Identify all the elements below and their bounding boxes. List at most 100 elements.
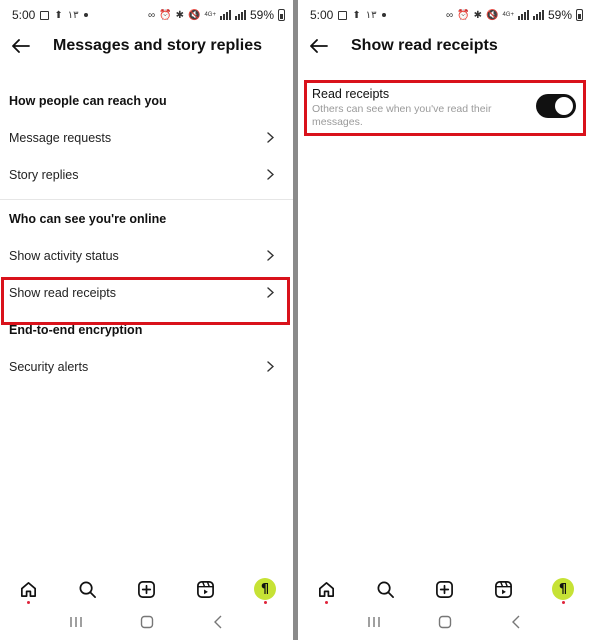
notification-dot bbox=[26, 601, 30, 604]
back-chevron-icon bbox=[213, 615, 221, 629]
gallery-notification-icon bbox=[338, 10, 348, 20]
read-receipts-setting: Read receipts Others can see when you've… bbox=[312, 86, 584, 130]
upload-icon: ⬆ bbox=[54, 9, 63, 21]
more-notifications-icon bbox=[381, 13, 386, 17]
network-type-label: 4G+ bbox=[502, 12, 514, 18]
mute-icon: 🔇 bbox=[486, 9, 499, 21]
toggle-knob bbox=[555, 97, 573, 115]
nav-profile[interactable]: ¶ bbox=[552, 577, 574, 604]
home-system-button[interactable] bbox=[135, 612, 159, 632]
status-bar: 5:00 ⬆ ۱۳ ∞ ⏰ ✱ 🔇 4G+ 59% bbox=[298, 0, 591, 30]
mute-icon: 🔇 bbox=[188, 9, 201, 21]
system-nav-bar bbox=[298, 608, 591, 636]
signal-icon bbox=[517, 10, 529, 20]
status-bar: 5:00 ⬆ ۱۳ ∞ ⏰ ✱ 🔇 4G+ 59% bbox=[0, 0, 293, 30]
alarm-icon: ⏰ bbox=[159, 9, 172, 21]
chevron-right-icon bbox=[267, 169, 277, 181]
alarm-icon: ⏰ bbox=[457, 9, 470, 21]
home-icon bbox=[318, 581, 334, 597]
page-title: Messages and story replies bbox=[53, 37, 262, 54]
item-label: Security alerts bbox=[9, 359, 89, 374]
profile-avatar: ¶ bbox=[552, 578, 574, 600]
signal-2-icon bbox=[234, 10, 246, 20]
back-button[interactable] bbox=[10, 35, 32, 57]
battery-percent: 59% bbox=[547, 8, 572, 22]
signal-icon bbox=[219, 10, 231, 20]
nav-home[interactable] bbox=[17, 577, 39, 604]
recent-apps-icon bbox=[367, 617, 380, 627]
vowifi-icon: ∞ bbox=[148, 9, 156, 21]
nav-profile[interactable]: ¶ bbox=[254, 577, 276, 604]
back-button[interactable] bbox=[308, 35, 330, 57]
show-read-receipts-item[interactable]: Show read receipts bbox=[0, 274, 293, 311]
signal-2-icon bbox=[532, 10, 544, 20]
vowifi-icon: ∞ bbox=[446, 9, 454, 21]
back-system-button[interactable] bbox=[504, 612, 528, 632]
bluetooth-icon: ✱ bbox=[175, 9, 184, 21]
item-label: Show read receipts bbox=[9, 285, 117, 300]
home-square-icon bbox=[140, 615, 153, 629]
chevron-right-icon bbox=[267, 361, 277, 373]
setting-label: Read receipts bbox=[312, 87, 390, 101]
story-replies-item[interactable]: Story replies bbox=[0, 156, 293, 193]
nav-create[interactable] bbox=[434, 577, 456, 601]
notification-dot bbox=[561, 601, 565, 604]
setting-description: Others can see when you've read their me… bbox=[312, 103, 492, 128]
more-notifications-icon bbox=[83, 13, 88, 17]
nav-create[interactable] bbox=[136, 577, 158, 601]
status-arabic-digits: ۱۳ bbox=[67, 9, 79, 21]
status-arabic-digits: ۱۳ bbox=[365, 9, 377, 21]
section-heading-online: Who can see you're online bbox=[9, 211, 167, 226]
recent-apps-button[interactable] bbox=[64, 612, 88, 632]
item-label: Message requests bbox=[9, 130, 112, 145]
bluetooth-icon: ✱ bbox=[473, 9, 482, 21]
reels-icon bbox=[197, 580, 215, 598]
notification-dot bbox=[324, 601, 328, 604]
left-screen: 5:00 ⬆ ۱۳ ∞ ⏰ ✱ 🔇 4G+ 59% Messages and s… bbox=[0, 0, 293, 640]
home-square-icon bbox=[438, 615, 451, 629]
bottom-nav: ¶ bbox=[298, 574, 591, 604]
chevron-right-icon bbox=[267, 287, 277, 299]
upload-icon: ⬆ bbox=[352, 9, 361, 21]
chevron-right-icon bbox=[267, 132, 277, 144]
right-screen: 5:00 ⬆ ۱۳ ∞ ⏰ ✱ 🔇 4G+ 59% Show read rece… bbox=[298, 0, 591, 640]
home-icon bbox=[20, 581, 36, 597]
back-system-button[interactable] bbox=[206, 612, 230, 632]
status-time: 5:00 bbox=[310, 8, 334, 22]
nav-search[interactable] bbox=[374, 577, 396, 601]
back-chevron-icon bbox=[511, 615, 519, 629]
system-nav-bar bbox=[0, 608, 293, 636]
profile-avatar: ¶ bbox=[254, 578, 276, 600]
create-icon bbox=[138, 580, 155, 598]
home-system-button[interactable] bbox=[433, 612, 457, 632]
network-type-label: 4G+ bbox=[204, 12, 216, 18]
header: Messages and story replies bbox=[0, 30, 293, 62]
header: Show read receipts bbox=[298, 30, 591, 62]
nav-home[interactable] bbox=[315, 577, 337, 604]
nav-reels[interactable] bbox=[195, 577, 217, 601]
item-label: Story replies bbox=[9, 167, 79, 182]
status-time: 5:00 bbox=[12, 8, 36, 22]
security-alerts-item[interactable]: Security alerts bbox=[0, 348, 293, 385]
item-label: Show activity status bbox=[9, 248, 119, 263]
search-icon bbox=[377, 581, 394, 598]
recent-apps-button[interactable] bbox=[362, 612, 386, 632]
section-heading-encryption: End-to-end encryption bbox=[9, 322, 143, 337]
search-icon bbox=[79, 581, 96, 598]
show-activity-status-item[interactable]: Show activity status bbox=[0, 237, 293, 274]
gallery-notification-icon bbox=[40, 10, 50, 20]
read-receipts-toggle[interactable] bbox=[536, 94, 576, 118]
back-arrow-icon bbox=[310, 39, 328, 53]
nav-reels[interactable] bbox=[493, 577, 515, 601]
page-title: Show read receipts bbox=[351, 37, 498, 54]
nav-search[interactable] bbox=[76, 577, 98, 601]
section-heading-reach: How people can reach you bbox=[9, 93, 167, 108]
recent-apps-icon bbox=[69, 617, 82, 627]
bottom-nav: ¶ bbox=[0, 574, 293, 604]
chevron-right-icon bbox=[267, 250, 277, 262]
battery-percent: 59% bbox=[249, 8, 274, 22]
message-requests-item[interactable]: Message requests bbox=[0, 119, 293, 156]
battery-icon bbox=[576, 9, 583, 21]
create-icon bbox=[436, 580, 453, 598]
battery-icon bbox=[278, 9, 285, 21]
